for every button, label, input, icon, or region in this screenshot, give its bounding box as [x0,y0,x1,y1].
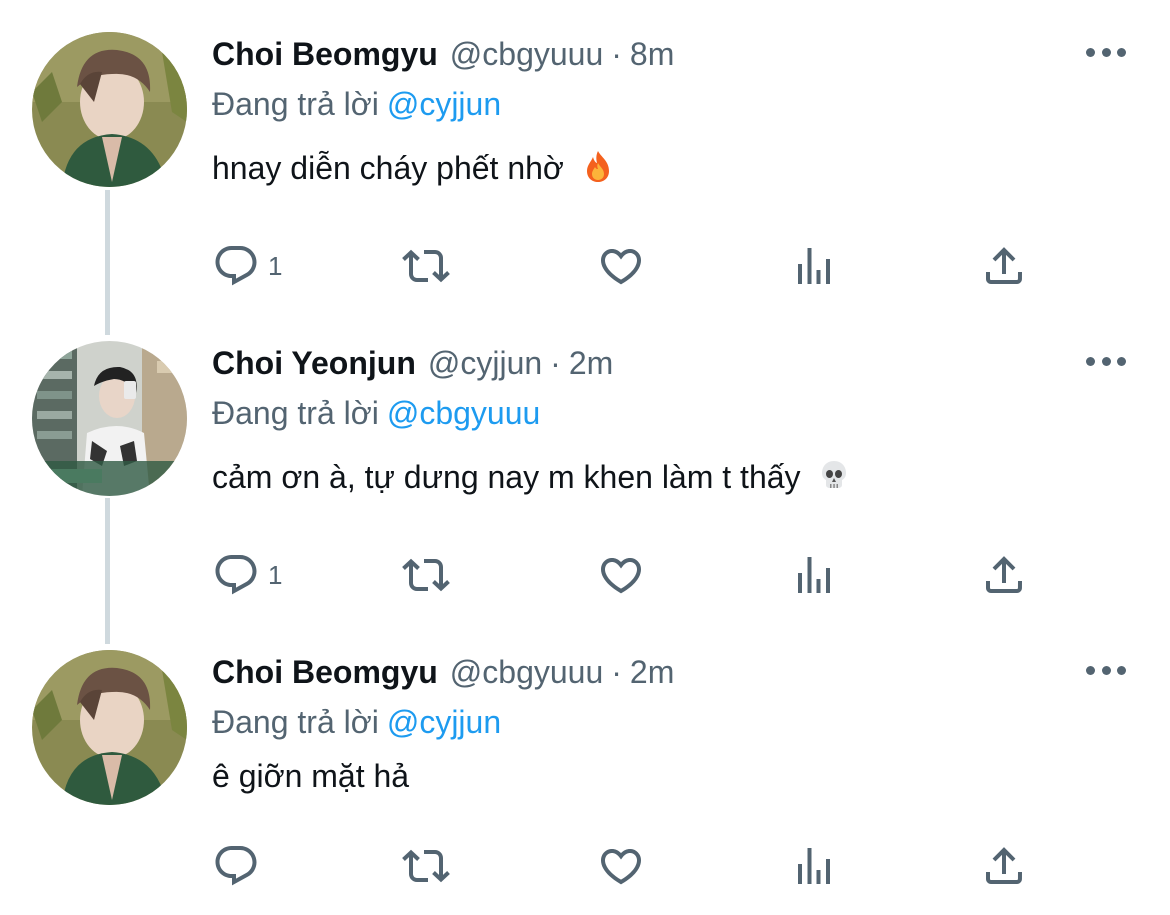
replying-to: Đang trả lời @cyjjun [212,700,1170,744]
heart-icon [600,558,642,594]
tweet-header: Choi Beomgyu @cbgyuuu · 2m [212,650,1170,694]
views-button[interactable] [790,836,838,896]
separator: · [611,36,622,72]
reply-icon [215,246,257,286]
separator: · [611,654,622,690]
timestamp[interactable]: 2m [630,650,674,694]
separator: · [550,345,561,381]
retweet-icon [402,558,450,592]
tweet-text: hnay diễn cháy phết nhờ [212,146,1170,190]
timestamp[interactable]: 8m [630,32,674,76]
fire-emoji [586,151,609,182]
reply-count: 1 [268,250,283,281]
tweet[interactable]: Choi Beomgyu @cbgyuuu · 2m Đang trả lời @… [0,650,1170,915]
display-name[interactable]: Choi Beomgyu [212,32,438,76]
reply-button[interactable] [212,836,260,896]
tweet-header: Choi Beomgyu @cbgyuuu · 8m [212,32,1170,76]
heart-icon [600,849,642,885]
share-icon [986,847,1022,884]
heart-icon [600,249,642,285]
retweet-icon [402,249,450,283]
views-icon [798,848,830,884]
avatar[interactable] [32,341,187,496]
tweet-text: ê giỡn mặt hả [212,754,1170,798]
avatar[interactable] [32,650,187,805]
reply-icon [215,846,257,886]
skull-emoji [822,461,847,488]
avatar[interactable] [32,32,187,187]
tweet-header: Choi Yeonjun @cyjjun · 2m [212,341,1170,385]
share-button[interactable] [980,545,1028,605]
more-icon[interactable] [1086,660,1126,680]
share-icon [986,247,1022,284]
mention-link[interactable]: @cyjjun [387,86,501,122]
timestamp[interactable]: 2m [569,341,613,385]
tweet[interactable]: Choi Yeonjun @cyjjun · 2m Đang trả lời @c… [0,341,1170,641]
user-handle[interactable]: @cyjjun [428,341,542,385]
tweet-content: Choi Beomgyu @cbgyuuu · 8m Đang trả lời @… [212,32,1170,190]
tweet-content: Choi Yeonjun @cyjjun · 2m Đang trả lời @c… [212,341,1170,499]
user-handle[interactable]: @cbgyuuu [450,32,603,76]
reply-button[interactable]: 1 [212,236,282,296]
views-icon [798,248,830,284]
tweet-text-content: ê giỡn mặt hả [212,758,410,794]
user-handle[interactable]: @cbgyuuu [450,650,603,694]
display-name[interactable]: Choi Yeonjun [212,341,416,385]
replying-to: Đang trả lời @cbgyuuu [212,391,1170,435]
retweet-icon [402,849,450,883]
tweet-actions [212,836,1042,896]
views-icon [798,557,830,593]
tweet-content: Choi Beomgyu @cbgyuuu · 2m Đang trả lời @… [212,650,1170,798]
tweet-actions: 1 [212,545,1042,605]
mention-link[interactable]: @cbgyuuu [387,395,540,431]
mention-link[interactable]: @cyjjun [387,704,501,740]
reply-count: 1 [268,559,283,590]
conversation-thread: Choi Beomgyu @cbgyuuu · 8m Đang trả lời @… [0,0,1170,915]
reply-icon [215,555,257,595]
retweet-button[interactable] [402,236,450,296]
tweet-text-content: hnay diễn cháy phết nhờ [212,150,564,186]
replying-to: Đang trả lời @cyjjun [212,82,1170,126]
reply-button[interactable]: 1 [212,545,282,605]
display-name[interactable]: Choi Beomgyu [212,650,438,694]
more-icon[interactable] [1086,42,1126,62]
replying-to-label: Đang trả lời [212,395,379,431]
share-icon [986,556,1022,593]
tweet-text: cảm ơn à, tự dưng nay m khen làm t thấy [212,455,1170,499]
more-icon[interactable] [1086,351,1126,371]
retweet-button[interactable] [402,545,450,605]
share-button[interactable] [980,836,1028,896]
share-button[interactable] [980,236,1028,296]
like-button[interactable] [597,236,645,296]
views-button[interactable] [790,236,838,296]
tweet-text-content: cảm ơn à, tự dưng nay m khen làm t thấy [212,459,801,495]
replying-to-label: Đang trả lời [212,86,379,122]
tweet[interactable]: Choi Beomgyu @cbgyuuu · 8m Đang trả lời @… [0,32,1170,332]
tweet-actions: 1 [212,236,1042,296]
like-button[interactable] [597,836,645,896]
retweet-button[interactable] [402,836,450,896]
replying-to-label: Đang trả lời [212,704,379,740]
like-button[interactable] [597,545,645,605]
views-button[interactable] [790,545,838,605]
